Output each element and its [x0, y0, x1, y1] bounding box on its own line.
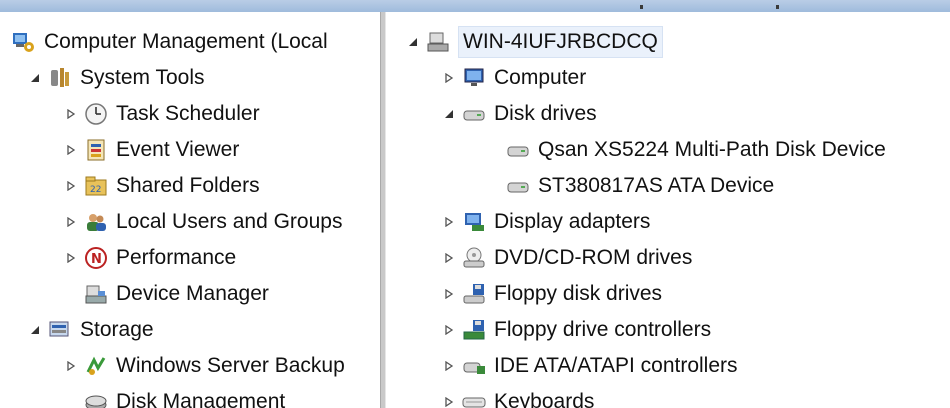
- collapsed-triangle-icon[interactable]: [442, 71, 456, 85]
- backup-icon: [84, 354, 108, 378]
- tree-item-storage[interactable]: Storage: [28, 312, 154, 348]
- shared-folder-icon: 22: [84, 174, 108, 198]
- tree-item-label: Disk drives: [494, 102, 597, 125]
- device-category-keyboards[interactable]: Keyboards: [442, 384, 594, 408]
- tree-item-label: Computer: [494, 66, 587, 89]
- keyboard-icon: [462, 390, 486, 408]
- collapsed-triangle-icon[interactable]: [442, 395, 456, 408]
- tree-item-local-users-and-groups[interactable]: Local Users and Groups: [64, 204, 342, 240]
- tree-item-system-tools[interactable]: System Tools: [28, 60, 205, 96]
- ide-controller-icon: [462, 354, 486, 378]
- collapsed-triangle-icon[interactable]: [442, 359, 456, 373]
- device-category-floppy-disk-drives[interactable]: Floppy disk drives: [442, 276, 662, 312]
- tree-item-label: Computer Management (Local: [44, 30, 328, 53]
- tree-item-label: Windows Server Backup: [116, 354, 345, 377]
- users-icon: [84, 210, 108, 234]
- collapsed-triangle-icon[interactable]: [64, 179, 78, 193]
- clock-icon: [84, 102, 108, 126]
- device-st380817as[interactable]: ST380817AS ATA Device: [506, 168, 774, 204]
- tree-item-event-viewer[interactable]: Event Viewer: [64, 132, 239, 168]
- collapsed-triangle-icon[interactable]: [442, 287, 456, 301]
- collapsed-triangle-icon[interactable]: [442, 323, 456, 337]
- tree-item-label: WIN-4IUFJRBCDCQ: [458, 26, 663, 58]
- svg-text:N: N: [91, 252, 102, 267]
- computer-management-icon: [12, 30, 36, 54]
- tree-item-label: Performance: [116, 246, 237, 269]
- dvd-drive-icon: [462, 246, 486, 270]
- tree-item-performance[interactable]: N Performance: [64, 240, 236, 276]
- tree-item-label: Local Users and Groups: [116, 210, 343, 233]
- tree-item-label: DVD/CD-ROM drives: [494, 246, 693, 269]
- collapsed-triangle-icon[interactable]: [64, 107, 78, 121]
- expanded-triangle-icon[interactable]: [406, 35, 420, 49]
- computer-node-icon: [426, 30, 450, 54]
- device-category-dvd-cd-rom-drives[interactable]: DVD/CD-ROM drives: [442, 240, 692, 276]
- expanded-triangle-icon[interactable]: [28, 71, 42, 85]
- device-category-ide-ata-atapi-controllers[interactable]: IDE ATA/ATAPI controllers: [442, 348, 738, 384]
- tree-item-label: Keyboards: [494, 390, 595, 408]
- expanded-triangle-icon[interactable]: [442, 107, 456, 121]
- device-manager-icon: [84, 282, 108, 306]
- console-tree-pane[interactable]: Computer Management (Local System Tools …: [0, 12, 380, 408]
- tree-item-task-scheduler[interactable]: Task Scheduler: [64, 96, 260, 132]
- title-bar-strip: [0, 0, 950, 12]
- event-viewer-icon: [84, 138, 108, 162]
- display-adapter-icon: [462, 210, 486, 234]
- disk-drive-icon: [462, 102, 486, 126]
- collapsed-triangle-icon[interactable]: [64, 251, 78, 265]
- collapsed-triangle-icon[interactable]: [442, 215, 456, 229]
- device-category-disk-drives[interactable]: Disk drives: [442, 96, 597, 132]
- tree-item-label: Storage: [80, 318, 154, 341]
- tree-item-label: System Tools: [80, 66, 205, 89]
- device-category-floppy-drive-controllers[interactable]: Floppy drive controllers: [442, 312, 711, 348]
- title-fragment: [776, 5, 779, 9]
- tree-item-label: Floppy drive controllers: [494, 318, 712, 341]
- expanded-triangle-icon[interactable]: [28, 323, 42, 337]
- tree-item-label: Display adapters: [494, 210, 651, 233]
- monitor-icon: [462, 66, 486, 90]
- tree-item-label: Shared Folders: [116, 174, 260, 197]
- tree-item-shared-folders[interactable]: 22 Shared Folders: [64, 168, 260, 204]
- device-category-computer[interactable]: Computer: [442, 60, 586, 96]
- tree-item-label: Device Manager: [116, 282, 269, 305]
- tree-item-label: Disk Management: [116, 390, 286, 408]
- svg-text:22: 22: [90, 185, 101, 195]
- tree-item-device-manager[interactable]: Device Manager: [84, 276, 269, 312]
- tree-item-label: IDE ATA/ATAPI controllers: [494, 354, 738, 377]
- toolbox-icon: [48, 66, 72, 90]
- performance-icon: N: [84, 246, 108, 270]
- collapsed-triangle-icon[interactable]: [442, 251, 456, 265]
- tree-item-label: Event Viewer: [116, 138, 240, 161]
- tree-root-computer-management[interactable]: Computer Management (Local: [12, 24, 328, 60]
- floppy-drive-icon: [462, 282, 486, 306]
- disk-management-icon: [84, 390, 108, 408]
- storage-icon: [48, 318, 72, 342]
- tree-item-label: Qsan XS5224 Multi-Path Disk Device: [538, 138, 886, 161]
- collapsed-triangle-icon[interactable]: [64, 359, 78, 373]
- tree-item-disk-management[interactable]: Disk Management: [84, 384, 285, 408]
- disk-device-icon: [506, 174, 530, 198]
- tree-item-label: Floppy disk drives: [494, 282, 663, 305]
- collapsed-triangle-icon[interactable]: [64, 143, 78, 157]
- device-qsan-xs5224[interactable]: Qsan XS5224 Multi-Path Disk Device: [506, 132, 886, 168]
- collapsed-triangle-icon[interactable]: [64, 215, 78, 229]
- device-category-display-adapters[interactable]: Display adapters: [442, 204, 650, 240]
- tree-item-windows-server-backup[interactable]: Windows Server Backup: [64, 348, 345, 384]
- floppy-controller-icon: [462, 318, 486, 342]
- tree-item-label: Task Scheduler: [116, 102, 260, 125]
- device-tree-pane[interactable]: WIN-4IUFJRBCDCQ Computer Disk drives Qsa…: [386, 12, 950, 408]
- device-tree-root[interactable]: WIN-4IUFJRBCDCQ: [406, 24, 663, 60]
- disk-device-icon: [506, 138, 530, 162]
- tree-item-label: ST380817AS ATA Device: [538, 174, 775, 197]
- title-fragment: [640, 5, 643, 9]
